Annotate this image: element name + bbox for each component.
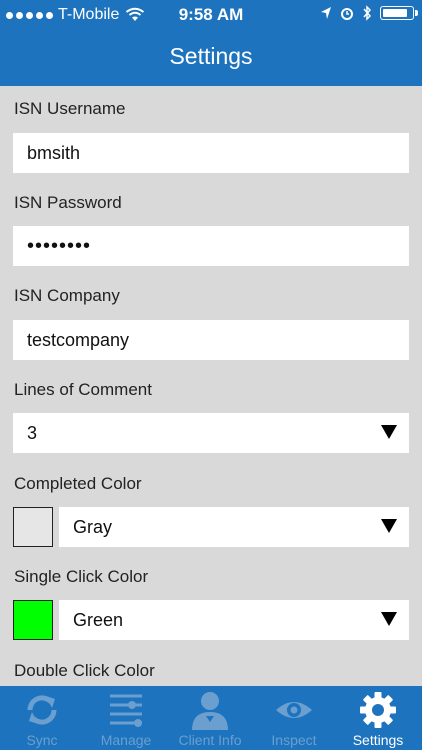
person-icon [192, 692, 228, 730]
status-icons [320, 5, 418, 21]
tab-bar: Sync Manage Client Info Inspect Settings [0, 686, 422, 750]
settings-form: ISN Username bmsith ISN Password •••••••… [0, 86, 422, 686]
location-icon [321, 7, 331, 19]
completed-color-label: Completed Color [14, 474, 142, 493]
eye-icon [276, 702, 312, 718]
completed-color-swatch [13, 507, 53, 547]
tab-settings[interactable]: Settings [336, 686, 420, 750]
dropdown-arrow-icon [381, 425, 397, 439]
tab-inspect[interactable]: Inspect [252, 686, 336, 750]
tab-manage-label: Manage [100, 732, 152, 748]
bluetooth-icon [363, 5, 372, 21]
sliders-icon [110, 694, 142, 727]
nav-bar: Settings [0, 30, 422, 86]
tab-settings-label: Settings [352, 732, 404, 748]
company-input[interactable]: testcompany [13, 320, 409, 360]
double-click-color-label: Double Click Color [14, 661, 155, 680]
dropdown-arrow-icon [381, 519, 397, 533]
password-input[interactable]: •••••••• [13, 226, 409, 266]
single-click-color-label: Single Click Color [14, 567, 149, 586]
lines-of-comment-value: 3 [27, 422, 38, 443]
lines-of-comment-label: Lines of Comment [14, 380, 152, 399]
status-bar: T-Mobile 9:58 AM [0, 0, 422, 30]
battery-icon [380, 6, 418, 20]
single-click-color-swatch [13, 600, 53, 640]
dropdown-arrow-icon [381, 612, 397, 626]
tab-sync[interactable]: Sync [0, 686, 84, 750]
tab-inspect-label: Inspect [271, 732, 317, 748]
tab-manage[interactable]: Manage [84, 686, 168, 750]
page-title: Settings [169, 43, 253, 69]
battery-fill [383, 9, 407, 17]
username-label: ISN Username [14, 99, 126, 118]
alarm-icon [341, 8, 353, 20]
lines-of-comment-select[interactable]: 3 [13, 413, 409, 453]
completed-color-select[interactable]: Gray [59, 507, 409, 547]
tab-client-info-label: Client Info [178, 732, 242, 748]
completed-color-value: Gray [73, 516, 113, 537]
tab-client-info[interactable]: Client Info [168, 686, 252, 750]
gear-icon [360, 692, 396, 728]
password-label: ISN Password [14, 193, 122, 212]
sync-icon [27, 695, 57, 725]
single-click-color-value: Green [73, 609, 124, 630]
username-input[interactable]: bmsith [13, 133, 409, 173]
tab-sync-label: Sync [26, 732, 58, 748]
single-click-color-select[interactable]: Green [59, 600, 409, 640]
company-label: ISN Company [14, 286, 120, 305]
